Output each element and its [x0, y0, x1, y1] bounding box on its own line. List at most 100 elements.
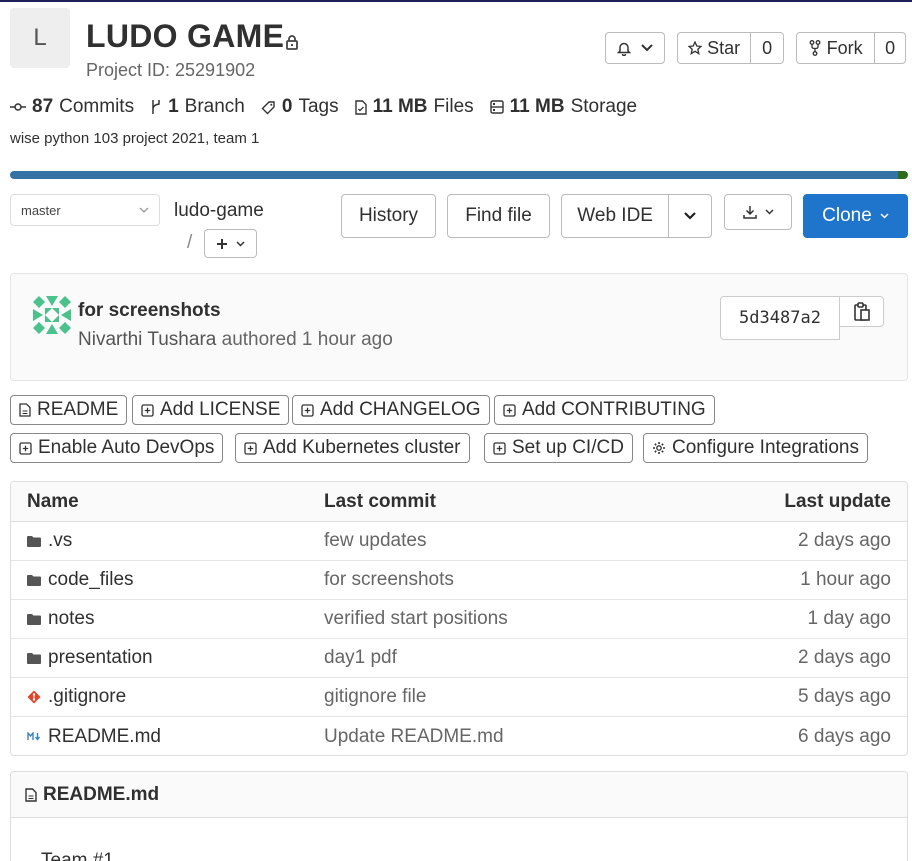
git-icon: [27, 690, 41, 704]
project-title[interactable]: LUDO GAME: [86, 18, 284, 55]
fork-label: Fork: [826, 37, 863, 58]
web-ide-split-button[interactable]: Web IDE: [561, 194, 712, 238]
storage-link[interactable]: 11 MB Storage: [489, 96, 637, 118]
commit-time: 1 hour ago: [301, 329, 393, 350]
file-name[interactable]: .gitignore: [48, 686, 126, 708]
file-commit[interactable]: gitignore file: [324, 678, 426, 716]
top-border: [0, 0, 912, 2]
copy-sha-button[interactable]: [839, 296, 884, 327]
file-updated: 1 day ago: [807, 608, 891, 629]
gear-icon: [653, 442, 665, 454]
clone-button[interactable]: Clone: [803, 194, 908, 238]
add-kubernetes-button[interactable]: Add Kubernetes cluster: [235, 433, 470, 463]
files-link[interactable]: 11 MB Files: [354, 96, 474, 118]
project-avatar[interactable]: L: [10, 8, 70, 68]
table-row[interactable]: README.md Update README.md 6 days ago: [11, 717, 907, 755]
tags-label: Tags: [298, 96, 339, 117]
web-ide-dropdown[interactable]: [668, 195, 711, 237]
file-name[interactable]: README.md: [48, 726, 161, 748]
file-updated: 2 days ago: [798, 530, 891, 551]
project-stats: 87 Commits 1 Branch 0 Tags 11 MB Files 1…: [10, 96, 653, 118]
history-button[interactable]: History: [341, 194, 436, 238]
enable-auto-devops-button[interactable]: Enable Auto DevOps: [10, 433, 224, 463]
setup-cicd-button[interactable]: Set up CI/CD: [484, 433, 633, 463]
table-row[interactable]: .gitignore gitignore file 5 days ago: [11, 678, 907, 717]
readme-button[interactable]: README: [10, 395, 128, 425]
commit-sha[interactable]: 5d3487a2: [720, 296, 840, 340]
file-name[interactable]: notes: [48, 608, 94, 630]
add-contributing-label: Add CONTRIBUTING: [522, 399, 706, 420]
table-row[interactable]: presentation day1 pdf 2 days ago: [11, 639, 907, 678]
file-commit[interactable]: day1 pdf: [324, 639, 397, 677]
table-row[interactable]: notes verified start positions 1 day ago: [11, 600, 907, 639]
commits-count: 87: [32, 96, 54, 117]
language-bar-other[interactable]: [898, 171, 908, 179]
file-icon: [25, 787, 37, 802]
chevron-down-icon: [880, 213, 889, 219]
folder-icon: [27, 613, 41, 625]
branch-selector[interactable]: master: [10, 194, 160, 226]
chevron-down-icon: [764, 209, 774, 215]
file-name[interactable]: .vs: [48, 530, 72, 552]
table-row[interactable]: .vs few updates 2 days ago: [11, 522, 907, 561]
file-commit[interactable]: verified start positions: [324, 600, 508, 638]
file-commit[interactable]: Update README.md: [324, 717, 504, 755]
breadcrumb-repo[interactable]: ludo-game: [174, 200, 264, 222]
plus-square-icon: [301, 403, 314, 417]
tags-link[interactable]: 0 Tags: [261, 96, 339, 118]
download-button[interactable]: [724, 194, 792, 230]
project-description: wise python 103 project 2021, team 1: [10, 130, 260, 147]
readme-panel: README.md Team #1: [10, 771, 908, 861]
star-count[interactable]: 0: [750, 33, 783, 63]
table-row[interactable]: code_files for screenshots 1 hour ago: [11, 561, 907, 600]
commit-author[interactable]: Nivarthi Tushara: [78, 329, 216, 350]
add-to-tree-button[interactable]: [204, 229, 257, 258]
folder-icon: [27, 574, 41, 586]
file-commit[interactable]: few updates: [324, 522, 426, 560]
add-license-label: Add LICENSE: [160, 399, 281, 420]
commits-link[interactable]: 87 Commits: [10, 96, 134, 118]
star-label: Star: [707, 37, 741, 58]
configure-integrations-label: Configure Integrations: [672, 437, 859, 458]
fork-button[interactable]: Fork 0: [796, 32, 906, 64]
plus-square-icon: [493, 441, 506, 455]
add-license-button[interactable]: Add LICENSE: [132, 395, 290, 425]
file-updated: 6 days ago: [798, 725, 891, 747]
readme-content: Team #1: [41, 850, 114, 861]
configure-integrations-button[interactable]: Configure Integrations: [643, 433, 868, 463]
star-button[interactable]: Star 0: [677, 32, 784, 64]
notifications-button[interactable]: [605, 32, 665, 64]
file-updated: 2 days ago: [798, 647, 891, 668]
commit-icon: [10, 103, 26, 111]
add-changelog-button[interactable]: Add CHANGELOG: [292, 395, 490, 425]
tag-icon: [261, 100, 275, 114]
file-name[interactable]: presentation: [48, 647, 153, 669]
commit-message[interactable]: for screenshots: [78, 300, 221, 322]
plus-square-icon: [19, 441, 32, 455]
branch-icon: [152, 100, 160, 114]
column-name: Name: [27, 490, 79, 512]
add-contributing-button[interactable]: Add CONTRIBUTING: [494, 395, 715, 425]
readme-title[interactable]: README.md: [43, 784, 159, 806]
file-icon: [354, 99, 367, 115]
chevron-down-icon: [236, 240, 245, 247]
find-file-button[interactable]: Find file: [447, 194, 550, 238]
file-commit[interactable]: for screenshots: [324, 561, 454, 599]
plus-square-icon: [503, 403, 516, 417]
table-header: Name Last commit Last update: [11, 482, 907, 522]
files-label: Files: [433, 96, 474, 117]
branch-link[interactable]: 1 Branch: [150, 96, 245, 118]
author-avatar[interactable]: [33, 296, 71, 334]
fork-count[interactable]: 0: [874, 33, 905, 63]
markdown-icon: [27, 732, 41, 741]
language-bar-python[interactable]: [10, 171, 898, 179]
plus-square-icon: [141, 403, 154, 417]
storage-icon: [489, 100, 504, 114]
branch-count: 1: [168, 96, 179, 117]
commit-action: authored: [221, 329, 297, 350]
add-kubernetes-label: Add Kubernetes cluster: [263, 437, 461, 458]
folder-icon: [27, 535, 41, 547]
file-name[interactable]: code_files: [48, 569, 134, 591]
file-updated: 1 hour ago: [800, 569, 891, 590]
web-ide-button[interactable]: Web IDE: [562, 195, 668, 237]
